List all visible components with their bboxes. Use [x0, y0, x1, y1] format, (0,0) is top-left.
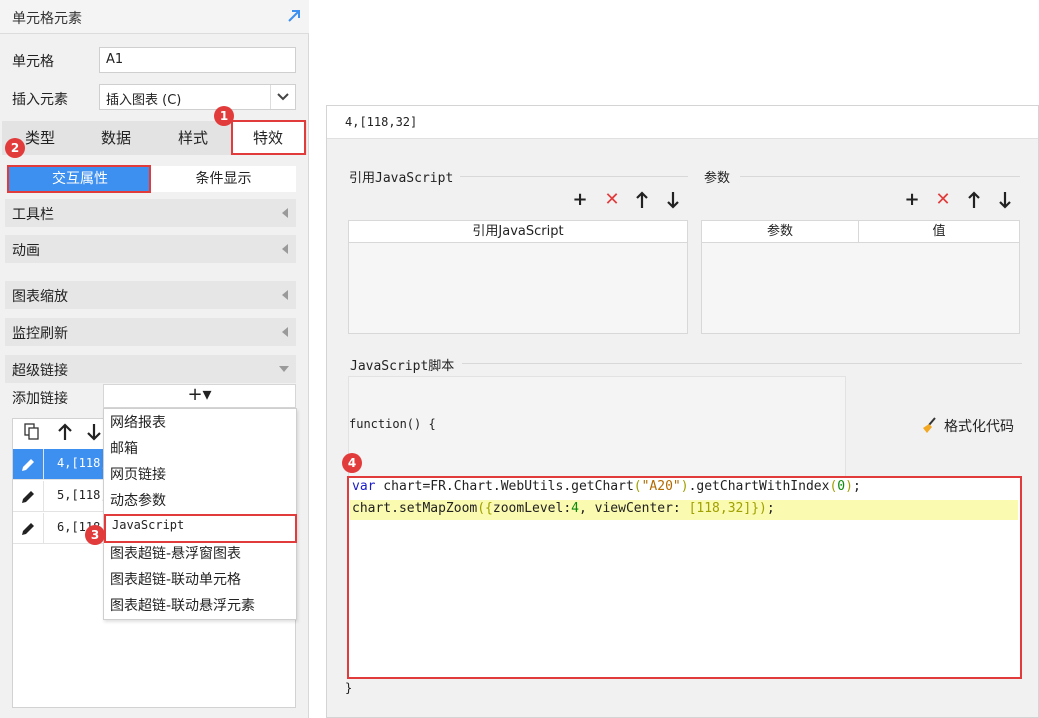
section-label: 工具栏 — [12, 207, 54, 223]
function-open: function() { — [349, 417, 436, 431]
divider — [740, 176, 1020, 177]
panel-title: 单元格元素 — [12, 11, 82, 27]
menu-item-dynamic-param[interactable]: 动态参数 — [110, 490, 166, 510]
copy-icon[interactable] — [22, 422, 44, 444]
expand-arrow-icon — [279, 366, 289, 372]
param-column-header: 参数 — [702, 221, 859, 243]
section-monitor-refresh[interactable]: 监控刷新 — [5, 318, 296, 346]
section-label: 超级链接 — [12, 363, 68, 379]
arrow-down-icon[interactable] — [666, 191, 682, 209]
edit-pencil-icon[interactable] — [13, 513, 44, 544]
add-icon[interactable]: + — [570, 189, 590, 210]
insert-element-label: 插入元素 — [12, 92, 68, 108]
step-badge: 1 — [214, 106, 234, 126]
collapse-arrow-icon — [282, 244, 288, 254]
collapse-arrow-icon — [282, 290, 288, 300]
menu-item-chart-float-window[interactable]: 图表超链-悬浮窗图表 — [110, 543, 241, 563]
insert-element-select[interactable]: 插入图表 (C) — [99, 84, 296, 110]
edit-pencil-icon[interactable] — [13, 481, 44, 512]
cell-input[interactable]: A1 — [99, 47, 296, 73]
expand-arrow-icon[interactable] — [286, 8, 302, 24]
tab-data[interactable]: 数据 — [78, 121, 154, 155]
menu-item-chart-link-float[interactable]: 图表超链-联动悬浮元素 — [110, 595, 255, 615]
highlight-box-interaction — [7, 165, 151, 193]
step-badge: 2 — [5, 138, 25, 158]
tab-style[interactable]: 样式 — [154, 121, 232, 155]
menu-item-email[interactable]: 邮箱 — [110, 438, 138, 458]
section-chart-zoom[interactable]: 图表缩放 — [5, 281, 296, 309]
params-group-title: 参数 — [704, 171, 731, 186]
menu-item-web-report[interactable]: 网络报表 — [110, 412, 166, 432]
arrow-up-icon[interactable] — [967, 191, 983, 209]
link-row-label: 4,[118,32] — [57, 456, 103, 470]
value-column-header: 值 — [859, 221, 1019, 243]
menu-item-web-link[interactable]: 网页链接 — [110, 464, 166, 484]
ref-js-table: 引用JavaScript — [348, 220, 688, 334]
section-label: 监控刷新 — [12, 326, 68, 342]
arrow-up-icon[interactable] — [56, 422, 76, 444]
function-close: } — [345, 681, 353, 695]
arrow-up-icon[interactable] — [635, 191, 651, 209]
subtab-condition-display[interactable]: 条件显示 — [151, 166, 296, 192]
delete-icon[interactable]: ✕ — [602, 189, 622, 210]
dialog-title-bar — [327, 106, 1038, 139]
add-icon[interactable]: + — [902, 189, 922, 210]
arrow-down-icon[interactable] — [998, 191, 1014, 209]
broom-icon[interactable] — [920, 416, 938, 434]
format-code-button[interactable]: 格式化代码 — [944, 416, 1014, 436]
add-link-button[interactable]: +▾ — [103, 384, 296, 408]
highlight-box-javascript — [104, 514, 297, 543]
ref-js-column-header: 引用JavaScript — [349, 221, 687, 243]
collapse-arrow-icon — [282, 327, 288, 337]
section-hyperlink[interactable]: 超级链接 — [5, 355, 296, 383]
edit-pencil-icon[interactable] — [13, 449, 44, 480]
section-toolbar[interactable]: 工具栏 — [5, 199, 296, 227]
menu-item-chart-link-cell[interactable]: 图表超链-联动单元格 — [110, 569, 241, 589]
cell-label: 单元格 — [12, 54, 54, 70]
section-animation[interactable]: 动画 — [5, 235, 296, 263]
divider — [460, 176, 688, 177]
link-row-label: 5,[118,32] — [57, 488, 103, 502]
highlight-box-code — [347, 476, 1022, 679]
divider — [462, 363, 1022, 364]
step-badge: 4 — [342, 453, 362, 473]
arrow-down-icon[interactable] — [86, 422, 102, 444]
chevron-down-icon[interactable] — [270, 85, 295, 109]
link-row[interactable]: 5,[118,32] — [13, 481, 104, 512]
section-label: 动画 — [12, 243, 40, 259]
add-link-label: 添加链接 — [12, 391, 68, 407]
highlight-box-effects — [231, 120, 306, 155]
step-badge: 3 — [85, 525, 105, 545]
link-row[interactable]: 4,[118,32] — [13, 449, 104, 480]
ref-js-group-title: 引用JavaScript — [349, 171, 454, 186]
delete-icon[interactable]: ✕ — [933, 189, 953, 210]
collapse-arrow-icon — [282, 208, 288, 218]
section-label: 图表缩放 — [12, 289, 68, 305]
dialog-title: 4,[118,32] — [345, 115, 418, 129]
script-group-title: JavaScript脚本 — [350, 359, 455, 374]
